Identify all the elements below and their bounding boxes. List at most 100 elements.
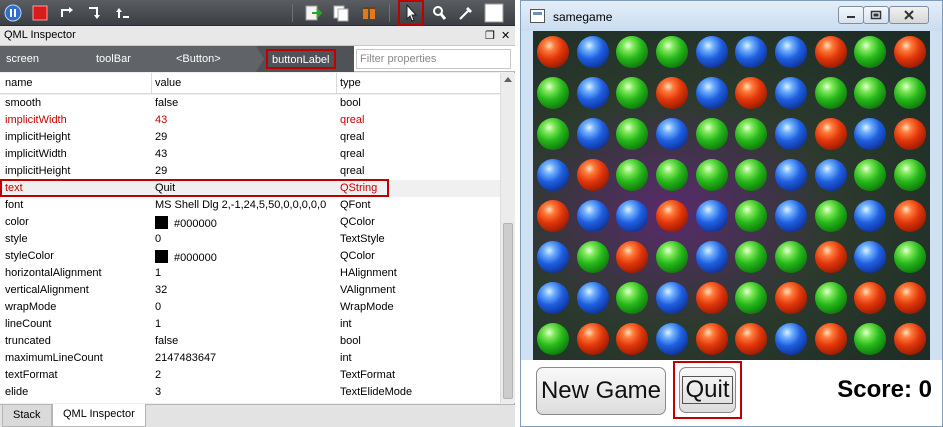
reload-icon[interactable]	[330, 2, 352, 24]
green-ball[interactable]	[696, 118, 728, 150]
red-ball[interactable]	[735, 323, 767, 355]
blue-ball[interactable]	[537, 241, 569, 273]
table-row[interactable]: maximumLineCount 2147483647 int	[0, 350, 500, 367]
blue-ball[interactable]	[577, 36, 609, 68]
property-value[interactable]: 2147483647	[155, 352, 216, 364]
green-ball[interactable]	[537, 323, 569, 355]
blue-ball[interactable]	[616, 200, 648, 232]
close-icon[interactable]: ✕	[501, 29, 510, 42]
property-value[interactable]: 1	[155, 267, 161, 279]
property-value[interactable]: 29	[155, 165, 167, 177]
red-ball[interactable]	[815, 323, 847, 355]
blue-ball[interactable]	[656, 118, 688, 150]
table-row[interactable]: color #000000 QColor	[0, 214, 500, 231]
green-ball[interactable]	[656, 159, 688, 191]
breadcrumb-item[interactable]: <Button>	[164, 46, 264, 72]
property-value[interactable]: 32	[155, 284, 167, 296]
tab-qml-inspector[interactable]: QML Inspector	[52, 404, 146, 427]
step-into-icon[interactable]	[84, 2, 106, 24]
table-row[interactable]: style 0 TextStyle	[0, 231, 500, 248]
green-ball[interactable]	[735, 159, 767, 191]
animation-speed-icon[interactable]	[358, 2, 380, 24]
green-ball[interactable]	[656, 241, 688, 273]
green-ball[interactable]	[656, 36, 688, 68]
red-ball[interactable]	[696, 282, 728, 314]
property-value[interactable]: 0	[155, 233, 161, 245]
step-out-icon[interactable]	[112, 2, 134, 24]
red-ball[interactable]	[894, 323, 926, 355]
table-row[interactable]: elide 3 TextElideMode	[0, 384, 500, 401]
table-row[interactable]: implicitHeight 29 qreal	[0, 163, 500, 180]
green-ball[interactable]	[696, 159, 728, 191]
red-ball[interactable]	[577, 159, 609, 191]
red-ball[interactable]	[894, 282, 926, 314]
property-value[interactable]: 2	[155, 369, 161, 381]
green-ball[interactable]	[854, 323, 886, 355]
game-board[interactable]	[533, 31, 930, 360]
red-ball[interactable]	[696, 323, 728, 355]
minimize-button[interactable]	[838, 6, 864, 24]
green-ball[interactable]	[735, 241, 767, 273]
color-swatch-icon[interactable]	[483, 2, 505, 24]
property-value[interactable]: MS Shell Dlg 2,-1,24,5,50,0,0,0,0,0	[155, 199, 326, 211]
blue-ball[interactable]	[775, 323, 807, 355]
blue-ball[interactable]	[775, 36, 807, 68]
red-ball[interactable]	[854, 282, 886, 314]
maximize-button[interactable]	[863, 6, 889, 24]
pause-icon[interactable]	[2, 2, 24, 24]
table-row[interactable]: smooth false bool	[0, 95, 500, 112]
blue-ball[interactable]	[696, 200, 728, 232]
color-picker-icon[interactable]	[455, 2, 477, 24]
step-over-icon[interactable]	[56, 2, 78, 24]
green-ball[interactable]	[894, 241, 926, 273]
filter-properties-input[interactable]	[356, 49, 511, 69]
red-ball[interactable]	[815, 36, 847, 68]
zoom-tool-icon[interactable]	[428, 2, 450, 24]
green-ball[interactable]	[616, 159, 648, 191]
blue-ball[interactable]	[696, 241, 728, 273]
blue-ball[interactable]	[815, 159, 847, 191]
blue-ball[interactable]	[735, 36, 767, 68]
table-row[interactable]: verticalAlignment 32 VAlignment	[0, 282, 500, 299]
green-ball[interactable]	[854, 159, 886, 191]
table-row[interactable]: horizontalAlignment 1 HAlignment	[0, 265, 500, 282]
property-value[interactable]: Quit	[155, 182, 175, 194]
table-row[interactable]: implicitWidth 43 qreal	[0, 112, 500, 129]
table-row[interactable]: implicitHeight 29 qreal	[0, 129, 500, 146]
green-ball[interactable]	[735, 282, 767, 314]
property-value[interactable]: 43	[155, 114, 167, 126]
undock-icon[interactable]: ❐	[485, 29, 495, 42]
green-ball[interactable]	[815, 282, 847, 314]
red-ball[interactable]	[894, 118, 926, 150]
red-ball[interactable]	[894, 200, 926, 232]
table-row[interactable]: lineCount 1 int	[0, 316, 500, 333]
green-ball[interactable]	[616, 36, 648, 68]
breadcrumb-item[interactable]: screen	[0, 46, 90, 72]
property-value[interactable]: 3	[155, 386, 161, 398]
red-ball[interactable]	[775, 282, 807, 314]
blue-ball[interactable]	[854, 118, 886, 150]
property-value[interactable]: false	[155, 335, 178, 347]
blue-ball[interactable]	[537, 159, 569, 191]
scrollbar-thumb[interactable]	[503, 223, 513, 399]
blue-ball[interactable]	[696, 77, 728, 109]
scroll-up-icon[interactable]	[504, 77, 512, 82]
green-ball[interactable]	[854, 77, 886, 109]
property-value[interactable]: #000000	[155, 250, 217, 264]
green-ball[interactable]	[854, 36, 886, 68]
green-ball[interactable]	[616, 282, 648, 314]
blue-ball[interactable]	[537, 282, 569, 314]
green-ball[interactable]	[735, 200, 767, 232]
blue-ball[interactable]	[656, 282, 688, 314]
breadcrumb-item-current[interactable]: buttonLabel	[256, 46, 354, 72]
breadcrumb-item[interactable]: toolBar	[82, 46, 172, 72]
select-tool-icon[interactable]	[398, 0, 424, 26]
close-button[interactable]	[889, 6, 929, 24]
red-ball[interactable]	[894, 36, 926, 68]
red-ball[interactable]	[656, 77, 688, 109]
red-ball[interactable]	[735, 77, 767, 109]
blue-ball[interactable]	[577, 118, 609, 150]
blue-ball[interactable]	[696, 36, 728, 68]
blue-ball[interactable]	[775, 159, 807, 191]
red-ball[interactable]	[656, 200, 688, 232]
